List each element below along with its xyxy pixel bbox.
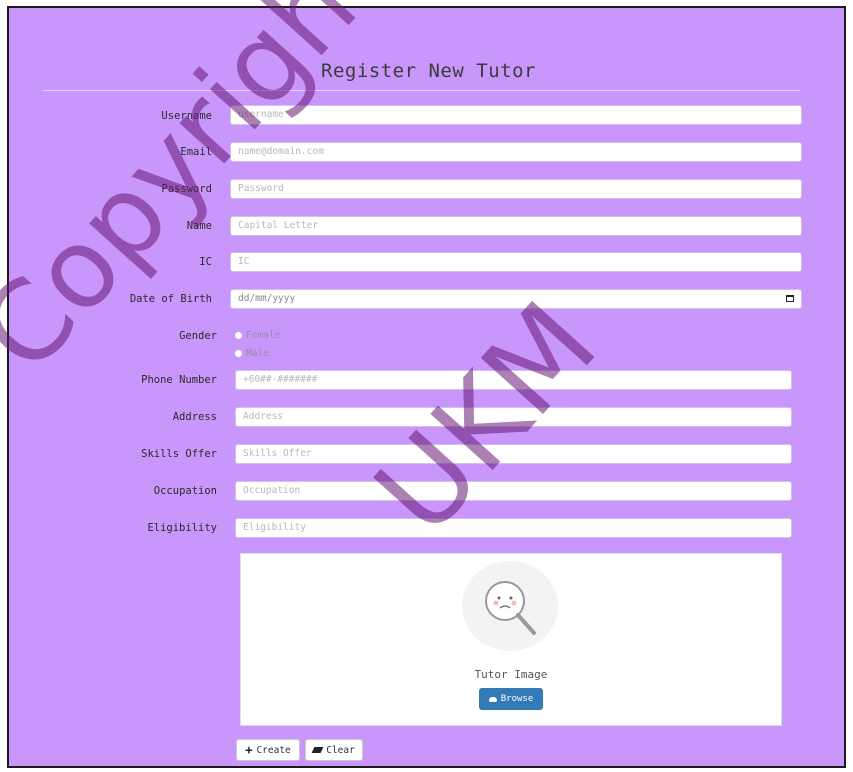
eligibility-label: Eligibility	[147, 522, 217, 534]
password-label: Password	[161, 183, 212, 195]
browse-label: Browse	[500, 694, 534, 704]
email-input[interactable]: name@domain.com	[230, 142, 802, 162]
image-caption: Tutor Image	[474, 668, 548, 681]
address-label: Address	[172, 411, 217, 423]
eraser-icon	[311, 747, 324, 753]
dob-label: Date of Birth	[129, 293, 212, 305]
gender-male-label: Male	[246, 348, 269, 359]
create-button[interactable]: + Create	[236, 739, 300, 761]
occupation-input[interactable]: Occupation	[235, 481, 792, 501]
email-label: Email	[180, 146, 212, 158]
image-placeholder	[462, 561, 558, 651]
phone-input[interactable]: +60##-#######	[235, 370, 792, 390]
browse-button[interactable]: Browse	[479, 688, 543, 710]
dob-placeholder: dd/mm/yyyy	[238, 293, 296, 304]
clear-button[interactable]: Clear	[305, 739, 363, 761]
phone-label: Phone Number	[141, 374, 217, 386]
register-form-panel: Register New Tutor Username username Ema…	[7, 6, 846, 768]
gender-female-option[interactable]: Female	[235, 330, 280, 341]
image-upload-panel: Tutor Image Browse	[240, 553, 782, 726]
page-title: Register New Tutor	[321, 60, 536, 82]
calendar-icon[interactable]	[786, 295, 794, 302]
ic-label: IC	[199, 256, 212, 268]
dob-input[interactable]: dd/mm/yyyy	[230, 289, 802, 309]
gender-label: Gender	[179, 330, 217, 342]
title-divider	[43, 90, 800, 91]
skills-label: Skills Offer	[141, 448, 217, 460]
address-input[interactable]: Address	[235, 407, 792, 427]
name-input[interactable]: Capital Letter	[230, 216, 802, 236]
eligibility-input[interactable]: Eligibility	[235, 518, 792, 538]
gender-male-radio[interactable]	[235, 350, 242, 357]
occupation-label: Occupation	[153, 485, 217, 497]
password-input[interactable]: Password	[230, 179, 802, 199]
magnifier-sad-icon	[485, 581, 536, 635]
ic-input[interactable]: IC	[230, 252, 802, 272]
name-label: Name	[186, 220, 212, 232]
cloud-upload-icon	[488, 696, 497, 702]
gender-female-label: Female	[246, 330, 281, 341]
create-label: Create	[256, 744, 291, 756]
gender-male-option[interactable]: Male	[235, 348, 269, 359]
username-input[interactable]: username	[230, 105, 802, 125]
username-label: Username	[161, 110, 212, 122]
skills-input[interactable]: Skills Offer	[235, 444, 792, 464]
plus-icon: +	[245, 743, 253, 757]
clear-label: Clear	[326, 744, 355, 756]
gender-female-radio[interactable]	[235, 332, 242, 339]
